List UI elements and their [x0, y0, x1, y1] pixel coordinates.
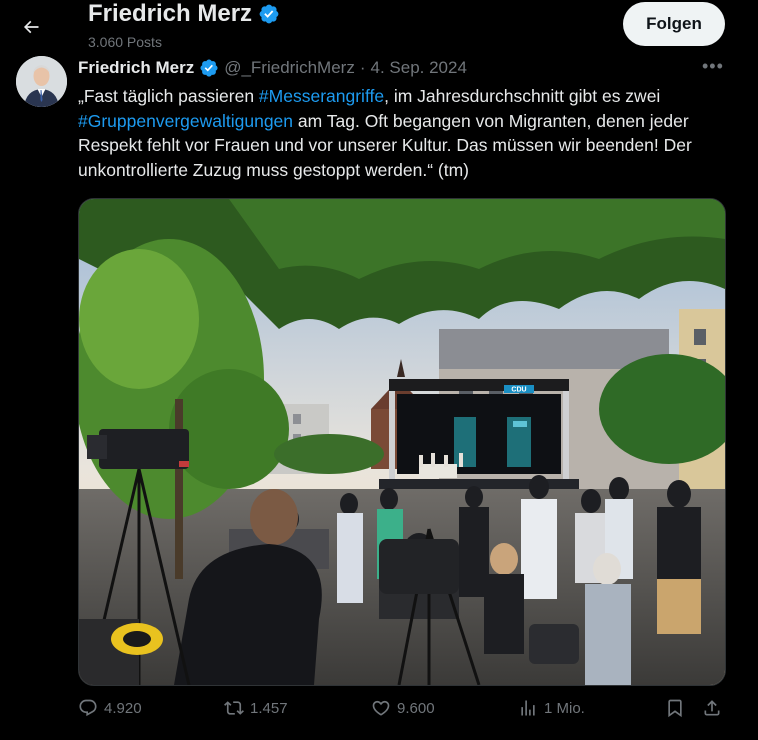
bookmark-button[interactable] [665, 698, 685, 718]
repost-count: 1.457 [250, 699, 288, 717]
hashtag-link[interactable]: #Gruppenvergewaltigungen [78, 111, 293, 131]
author-handle[interactable]: @_FriedrichMerz [224, 58, 355, 78]
bookmark-icon [668, 699, 682, 718]
author-name[interactable]: Friedrich Merz [78, 58, 194, 78]
follow-button[interactable]: Folgen [623, 2, 725, 46]
avatar-image [16, 56, 67, 107]
tweet-actions: 4.920 1.457 9.600 1 Mio. [78, 698, 728, 728]
text-segment: , im Jahresdurchschnitt gibt es zwei [384, 86, 661, 106]
views-button[interactable]: 1 Mio. [518, 698, 585, 718]
stage-banner: CDU [511, 387, 526, 394]
reply-icon [79, 699, 97, 717]
profile-header: Friedrich Merz 3.060 Posts [88, 0, 280, 50]
like-icon [372, 700, 390, 716]
separator: · [359, 58, 366, 77]
views-count: 1 Mio. [544, 699, 585, 717]
hashtag-link[interactable]: #Messerangriffe [259, 86, 384, 106]
top-bar: Friedrich Merz 3.060 Posts Folgen [0, 0, 758, 55]
avatar[interactable] [16, 56, 67, 107]
verified-badge-icon [259, 4, 279, 24]
like-count: 9.600 [397, 699, 435, 717]
tweet-text: „Fast täglich passieren #Messerangriffe,… [78, 84, 738, 182]
event-photo: CDU [79, 199, 725, 685]
share-icon [704, 700, 720, 716]
posts-count: 3.060 Posts [88, 34, 162, 50]
back-button[interactable] [14, 10, 48, 44]
reply-button[interactable]: 4.920 [78, 698, 142, 718]
tweet-header: Friedrich Merz @_FriedrichMerz · 4. Sep.… [78, 58, 467, 78]
page-title: Friedrich Merz [88, 0, 253, 27]
text-segment: „Fast täglich passieren [78, 86, 259, 106]
tweet-date[interactable]: 4. Sep. 2024 [371, 58, 467, 78]
verified-badge-icon [200, 59, 218, 77]
repost-icon [224, 701, 244, 715]
share-button[interactable] [702, 698, 722, 718]
tweet-photo[interactable]: CDU [78, 198, 726, 686]
views-icon [521, 700, 535, 716]
back-arrow-icon [23, 20, 39, 34]
more-icon[interactable]: ••• [702, 56, 724, 77]
like-button[interactable]: 9.600 [371, 698, 435, 718]
reply-count: 4.920 [104, 699, 142, 717]
repost-button[interactable]: 1.457 [224, 698, 288, 718]
